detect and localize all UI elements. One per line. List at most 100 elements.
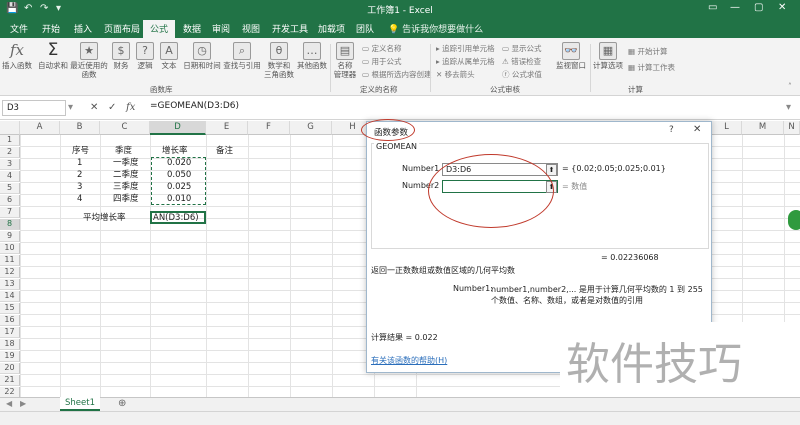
define-name-button[interactable]: ▭ 定义名称 [362,43,401,54]
sheet-tab-sheet1[interactable]: Sheet1 [60,397,100,411]
column-header[interactable]: M [742,121,784,135]
watch-window-button[interactable]: 👓 监视窗口 [554,42,588,70]
error-checking-button[interactable]: ⚠ 错误检查 [502,56,541,67]
tab-view[interactable]: 视图 [242,22,260,35]
cell-c5[interactable]: 三季度 [113,182,139,193]
name-manager-button[interactable]: ▤ 名称 管理器 [332,42,358,79]
math-trig-button[interactable]: θ 数学和 三角函数 [262,42,296,79]
show-formulas-button[interactable]: ▭ 显示公式 [502,43,541,54]
row-header[interactable]: 12 [0,267,20,278]
column-header[interactable]: E [206,121,248,135]
trace-precedents-button[interactable]: ▸ 追踪引用单元格 [436,43,495,54]
column-header[interactable]: N [784,121,800,135]
lookup-reference-button[interactable]: ⌕ 查找与引用 [222,42,262,70]
row-header[interactable]: 10 [0,243,20,254]
row-header[interactable]: 17 [0,327,20,338]
column-header[interactable]: C [100,121,150,135]
column-header[interactable]: G [290,121,332,135]
row-header[interactable]: 3 [0,159,20,170]
row-header[interactable]: 20 [0,363,20,374]
row-header[interactable]: 15 [0,303,20,314]
evaluate-formula-button[interactable]: ⓕ 公式求值 [502,69,542,80]
tab-addins[interactable]: 加载项 [318,22,345,35]
row-header[interactable]: 4 [0,171,20,182]
formula-input[interactable]: =GEOMEAN(D3:D6) [150,101,239,111]
use-in-formula-button[interactable]: ▭ 用于公式 [362,56,401,67]
insert-function-button[interactable]: fx 插入函数 [2,42,32,70]
column-header[interactable]: B [60,121,100,135]
tab-insert[interactable]: 插入 [74,22,92,35]
row-header[interactable]: 18 [0,339,20,350]
tab-developer[interactable]: 开发工具 [272,22,308,35]
date-time-button[interactable]: ◷ 日期和时间 [182,42,222,70]
cell-c3[interactable]: 一季度 [113,158,139,169]
cell-b2[interactable]: 序号 [72,146,89,157]
row-header[interactable]: 9 [0,231,20,242]
cell-b4[interactable]: 2 [77,170,82,181]
side-float-button[interactable] [788,210,800,230]
row-header[interactable]: 6 [0,195,20,206]
row-header[interactable]: 7 [0,207,20,218]
cell-b8[interactable]: 平均增长率 [83,213,126,224]
autosum-button[interactable]: Σ 自动求和 [36,42,70,71]
select-all-corner[interactable] [0,121,20,135]
help-icon[interactable]: ? [669,125,674,135]
cell-c2[interactable]: 季度 [115,146,132,157]
ribbon-display-icon[interactable]: ▭ [708,2,717,13]
tab-review[interactable]: 审阅 [212,22,230,35]
name-box-dropdown-icon[interactable]: ▾ [68,102,73,113]
close-window-icon[interactable]: ✕ [778,2,786,13]
cell-c6[interactable]: 四季度 [113,194,139,205]
cell-d8[interactable]: AN(D3:D6) [153,213,199,224]
function-help-link[interactable]: 有关该函数的帮助(H) [371,355,447,366]
column-header[interactable]: D [150,121,206,135]
expand-formula-bar-icon[interactable]: ▾ [786,102,791,113]
row-header[interactable]: 16 [0,315,20,326]
next-sheet-icon[interactable]: ▶ [20,399,26,408]
text-button[interactable]: A 文本 [158,42,180,70]
row-header[interactable]: 21 [0,375,20,386]
cancel-icon[interactable]: ✕ [90,102,98,113]
minimize-icon[interactable]: — [730,2,740,13]
maximize-icon[interactable]: ▢ [754,2,763,13]
row-header[interactable]: 19 [0,351,20,362]
create-from-selection-button[interactable]: ▭ 根据所选内容创建 [362,69,431,80]
trace-dependents-button[interactable]: ▸ 追踪从属单元格 [436,56,495,67]
name-box[interactable]: D3 [2,100,66,116]
cell-b6[interactable]: 4 [77,194,82,205]
column-header[interactable]: F [248,121,290,135]
tab-formulas[interactable]: 公式 [143,20,176,38]
calculate-now-button[interactable]: ▦ 开始计算 [628,46,667,57]
calculation-options-button[interactable]: ▦ 计算选项 [592,42,624,70]
financial-button[interactable]: $ 财务 [110,42,132,70]
cell-d2[interactable]: 增长率 [162,146,188,157]
add-sheet-icon[interactable]: ⊕ [118,398,126,409]
cell-c4[interactable]: 二季度 [113,170,139,181]
column-header[interactable]: L [712,121,742,135]
recently-used-button[interactable]: ★ 最近使用的 函数 [70,42,108,79]
row-header[interactable]: 11 [0,255,20,266]
row-header[interactable]: 2 [0,147,20,158]
more-functions-button[interactable]: … 其他函数 [296,42,328,70]
prev-sheet-icon[interactable]: ◀ [6,399,12,408]
row-header[interactable]: 1 [0,135,20,146]
tab-page-layout[interactable]: 页面布局 [104,22,140,35]
cell-e2[interactable]: 备注 [216,146,233,157]
enter-icon[interactable]: ✓ [108,102,116,113]
calculate-sheet-button[interactable]: ▦ 计算工作表 [628,62,675,73]
fx-icon[interactable]: fx [126,102,135,113]
close-icon[interactable]: ✕ [693,124,701,135]
collapse-ribbon-icon[interactable]: ˄ [788,82,792,91]
cell-b3[interactable]: 1 [77,158,82,169]
tell-me-search[interactable]: 💡 告诉我你想要做什么 [388,22,483,35]
row-header[interactable]: 8 [0,219,20,230]
cell-b5[interactable]: 3 [77,182,82,193]
tab-data[interactable]: 数据 [183,22,201,35]
tab-file[interactable]: 文件 [10,22,28,35]
row-header[interactable]: 13 [0,279,20,290]
tab-team[interactable]: 团队 [356,22,374,35]
remove-arrows-button[interactable]: ✕ 移去箭头 [436,69,475,80]
tab-home[interactable]: 开始 [42,22,60,35]
logical-button[interactable]: ? 逻辑 [134,42,156,70]
row-header[interactable]: 5 [0,183,20,194]
